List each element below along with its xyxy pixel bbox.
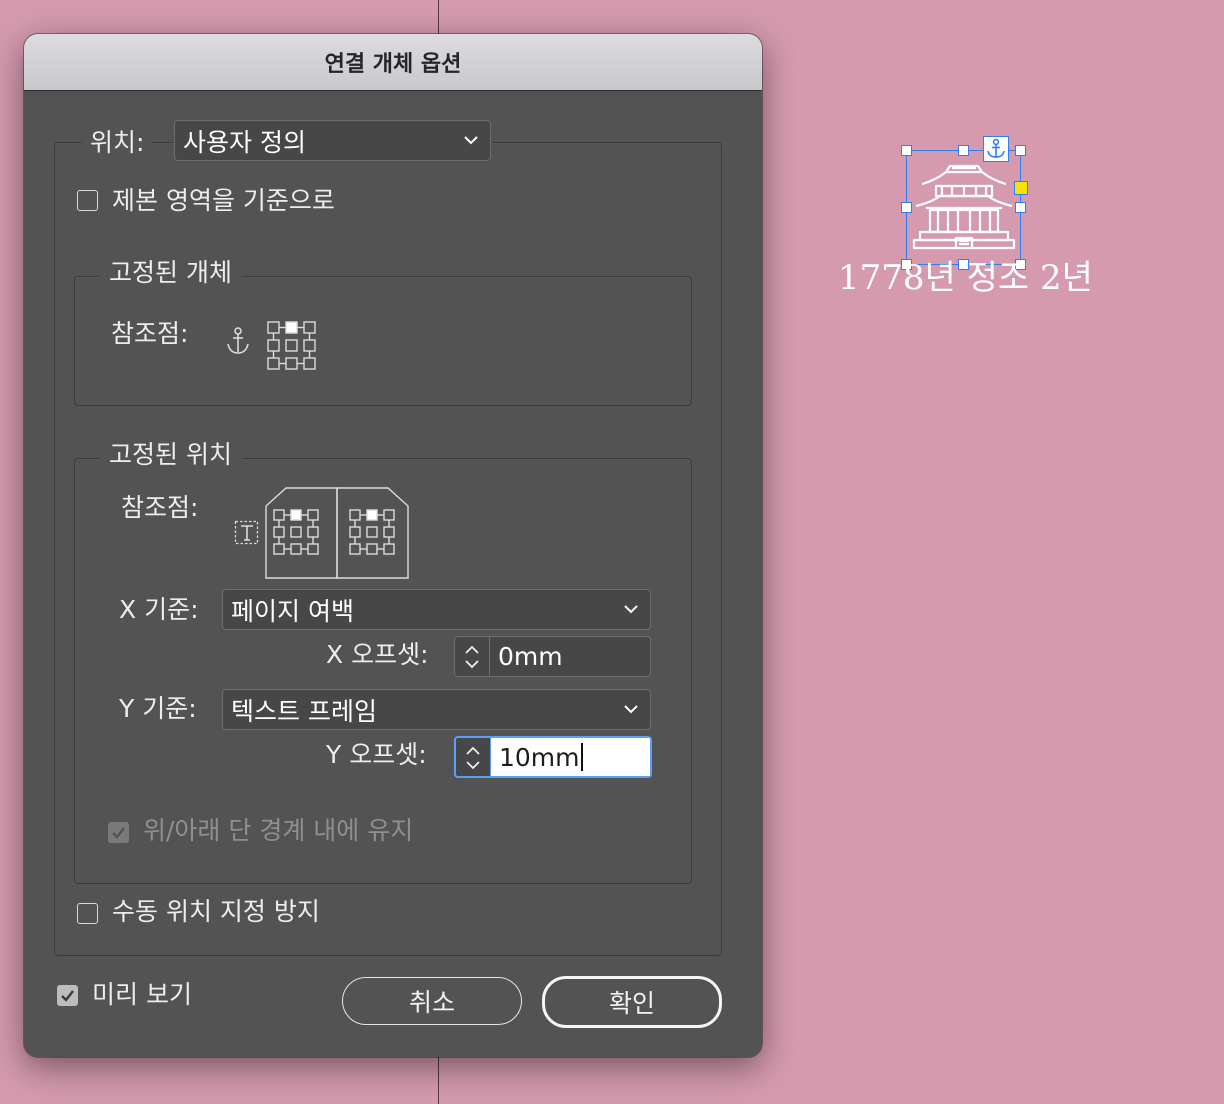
content-fitting-handle[interactable]	[1014, 181, 1028, 195]
y-offset-label: Y 오프셋:	[326, 740, 427, 769]
position-select-value: 사용자 정의	[183, 127, 306, 157]
prevent-manual-positioning-checkbox[interactable]	[77, 903, 98, 924]
y-offset-input[interactable]: 10mm	[491, 738, 650, 776]
canvas-caption-text[interactable]: 1778년 정조 2년	[838, 259, 1093, 297]
y-offset-input-value: 10mm	[499, 742, 580, 772]
anchored-object-anchor-marker[interactable]	[983, 136, 1009, 162]
y-relative-label: Y 기준:	[119, 694, 197, 723]
resize-handle-top-right[interactable]	[1015, 145, 1026, 156]
x-relative-select[interactable]: 페이지 여백	[222, 589, 651, 630]
text-caret	[580, 743, 583, 771]
relative-to-spine-checkbox[interactable]	[77, 190, 98, 211]
x-offset-label: X 오프셋:	[326, 640, 429, 669]
resize-handle-left[interactable]	[901, 202, 912, 213]
x-offset-stepper[interactable]	[455, 637, 490, 676]
anchored-graphic-frame[interactable]	[901, 136, 1028, 270]
stepper-up-down-icon	[465, 645, 479, 669]
x-relative-label: X 기준:	[119, 595, 199, 624]
ok-button[interactable]: 확인	[542, 976, 722, 1028]
y-relative-select[interactable]: 텍스트 프레임	[222, 689, 651, 730]
chevron-down-icon	[464, 135, 478, 144]
chevron-down-icon	[624, 604, 638, 613]
text-frame-icon	[234, 520, 259, 545]
cancel-button[interactable]: 취소	[342, 977, 522, 1025]
keep-within-boundaries-checkbox[interactable]	[108, 822, 129, 843]
stepper-up-down-icon	[466, 746, 480, 770]
checkmark-icon	[61, 990, 74, 1002]
prevent-manual-positioning-label[interactable]: 수동 위치 지정 방지	[112, 899, 320, 924]
anchored-position-legend: 고정된 위치	[99, 442, 242, 467]
position-label: 위치:	[90, 127, 145, 157]
x-relative-select-value: 페이지 여백	[231, 596, 354, 626]
position-legend: 위치:	[82, 122, 153, 162]
anchored-object-reference-point-proxy[interactable]	[266, 320, 320, 372]
dialog-title[interactable]: 연결 개체 옵션	[24, 34, 762, 91]
anchored-object-options-dialog: 연결 개체 옵션 위치: 사용자 정의 제본 영역을 기준으로 고정된 개체 참…	[24, 34, 762, 1057]
anchored-object-reference-label: 참조점:	[111, 319, 189, 348]
y-relative-select-value: 텍스트 프레임	[231, 696, 377, 726]
selection-border	[906, 150, 1021, 265]
x-offset-field[interactable]: 0mm	[454, 636, 651, 677]
chevron-down-icon	[624, 704, 638, 713]
resize-handle-top[interactable]	[958, 145, 969, 156]
checkmark-icon	[112, 827, 125, 839]
y-offset-stepper[interactable]	[456, 738, 491, 776]
anchored-position-reference-point-proxy[interactable]	[264, 486, 412, 580]
resize-handle-top-left[interactable]	[901, 145, 912, 156]
keep-within-boundaries-label[interactable]: 위/아래 단 경계 내에 유지	[143, 818, 413, 843]
anchored-position-reference-label: 참조점:	[121, 493, 199, 522]
anchored-object-legend: 고정된 개체	[99, 260, 242, 285]
y-offset-field[interactable]: 10mm	[454, 736, 652, 778]
anchor-icon	[227, 327, 249, 354]
position-select[interactable]: 사용자 정의	[174, 120, 491, 161]
relative-to-spine-label[interactable]: 제본 영역을 기준으로	[112, 188, 335, 213]
x-offset-input[interactable]: 0mm	[490, 637, 650, 676]
preview-checkbox[interactable]	[57, 985, 78, 1006]
anchor-icon	[987, 138, 1005, 158]
preview-label[interactable]: 미리 보기	[92, 982, 192, 1007]
resize-handle-right[interactable]	[1015, 202, 1026, 213]
